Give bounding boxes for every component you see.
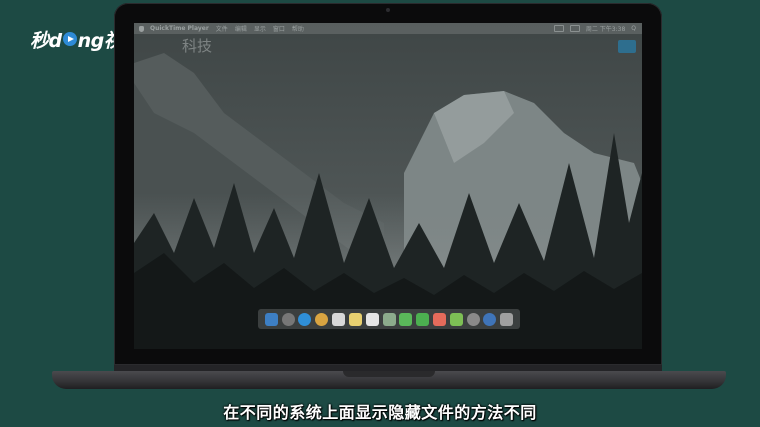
messages-icon[interactable] — [399, 312, 413, 326]
subtitle-caption: 在不同的系统上面显示隐藏文件的方法不同 — [223, 403, 537, 422]
spotlight-icon[interactable]: Q — [631, 25, 636, 32]
wifi-icon[interactable] — [553, 25, 564, 32]
hard-drive-icon[interactable] — [618, 40, 636, 53]
launchpad-icon[interactable] — [281, 312, 295, 326]
mountain-wallpaper — [134, 23, 642, 349]
menu-window[interactable]: 窗口 — [273, 24, 285, 33]
preview-icon[interactable] — [382, 312, 396, 326]
laptop-notch — [343, 371, 435, 377]
safari-icon[interactable] — [298, 312, 312, 326]
laptop-base — [52, 371, 726, 389]
brand-text-start: 秒d — [30, 29, 62, 52]
menu-edit[interactable]: 编辑 — [235, 24, 247, 33]
quicktime-icon[interactable] — [483, 312, 497, 326]
menu-app-name[interactable]: QuickTime Player — [150, 25, 209, 32]
facetime-icon[interactable] — [416, 312, 430, 326]
dock — [258, 309, 520, 329]
laptop-lid: QuickTime Player 文件 编辑 显示 窗口 帮助 周二 下午3:3… — [114, 3, 662, 365]
notes-icon[interactable] — [348, 312, 362, 326]
menu-help[interactable]: 帮助 — [292, 24, 304, 33]
photos-icon[interactable] — [432, 312, 446, 326]
play-icon — [62, 32, 77, 46]
menu-bar: QuickTime Player 文件 编辑 显示 窗口 帮助 周二 下午3:3… — [134, 23, 642, 34]
reminders-icon[interactable] — [365, 312, 379, 326]
finder-icon[interactable] — [264, 312, 278, 326]
menu-view[interactable]: 显示 — [254, 24, 266, 33]
calendar-icon[interactable] — [332, 312, 346, 326]
laptop-screen: QuickTime Player 文件 编辑 显示 窗口 帮助 周二 下午3:3… — [134, 23, 642, 349]
numbers-icon[interactable] — [449, 312, 463, 326]
system-preferences-icon[interactable] — [466, 312, 480, 326]
trash-icon[interactable] — [500, 312, 514, 326]
chrome-icon[interactable] — [315, 312, 329, 326]
camera-dot — [386, 8, 390, 12]
watermark-text: 科技 — [182, 37, 213, 55]
apple-icon[interactable] — [139, 25, 144, 32]
menu-clock[interactable]: 周二 下午3:38 — [586, 24, 625, 33]
battery-icon[interactable] — [569, 25, 580, 32]
menu-file[interactable]: 文件 — [216, 24, 228, 33]
